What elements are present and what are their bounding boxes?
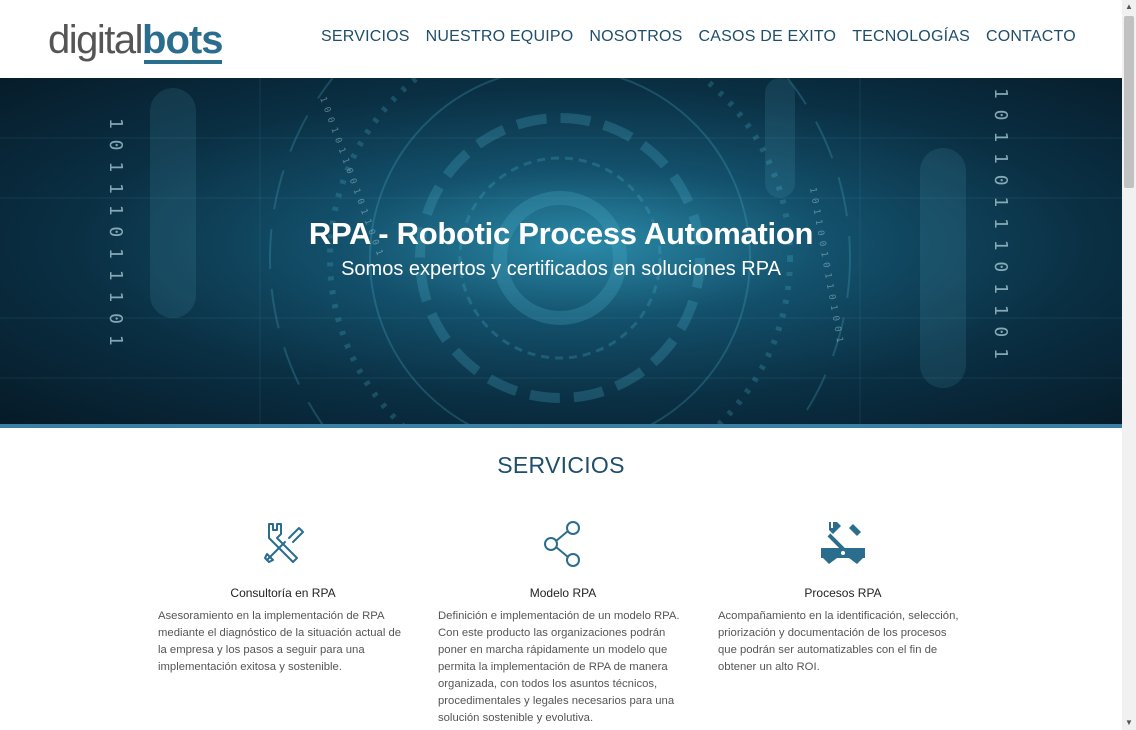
scrollbar-thumb[interactable] bbox=[1124, 16, 1134, 188]
hero-banner: 1 0 1 1 1 0 1 1 1 0 1 1 0 1 1 0 1 1 1 0 … bbox=[0, 78, 1122, 424]
nav-servicios[interactable]: SERVICIOS bbox=[321, 28, 410, 46]
service-name: Modelo RPA bbox=[529, 586, 597, 600]
service-description: Asesoramiento en la implementación de RP… bbox=[158, 610, 402, 673]
hero-subtitle: Somos expertos y certificados en solucio… bbox=[341, 258, 781, 280]
service-consultoria: Consultoría en RPA Asesoramiento en la i… bbox=[158, 520, 408, 676]
tools-icon bbox=[158, 520, 408, 568]
service-description: Acompañamiento en la identificación, sel… bbox=[718, 610, 959, 673]
nav-casos-de-exito[interactable]: CASOS DE EXITO bbox=[699, 28, 837, 46]
logo[interactable]: digital bots bbox=[48, 16, 223, 64]
hero-title: RPA - Robotic Process Automation bbox=[308, 216, 814, 251]
services-heading: SERVICIOS bbox=[497, 452, 625, 478]
wrench-icon bbox=[718, 520, 968, 568]
hero-divider bbox=[0, 424, 1122, 428]
service-name: Procesos RPA bbox=[804, 586, 882, 600]
page-scrollbar[interactable]: ▲ ▼ bbox=[1122, 0, 1136, 730]
logo-text-bots: bots bbox=[142, 18, 223, 64]
nav-contacto[interactable]: CONTACTO bbox=[986, 28, 1076, 46]
scroll-down-arrow-icon[interactable]: ▼ bbox=[1122, 716, 1136, 730]
scroll-up-arrow-icon[interactable]: ▲ bbox=[1122, 0, 1136, 14]
site-header: digital bots SERVICIOS NUESTRO EQUIPO NOS… bbox=[0, 0, 1120, 78]
service-name: Consultoría en RPA bbox=[230, 586, 336, 600]
nav-tecnologias[interactable]: TECNOLOGÍAS bbox=[852, 28, 970, 46]
service-description: Definición e implementación de un modelo… bbox=[438, 610, 680, 724]
logo-text-digital: digital bbox=[48, 18, 144, 62]
nav-nuestro-equipo[interactable]: NUESTRO EQUIPO bbox=[426, 28, 574, 46]
main-nav: SERVICIOS NUESTRO EQUIPO NOSOTROS CASOS … bbox=[313, 28, 1084, 46]
share-icon bbox=[438, 520, 688, 568]
service-procesos: Procesos RPA Acompañamiento en la identi… bbox=[718, 520, 968, 676]
nav-nosotros[interactable]: NOSOTROS bbox=[589, 28, 682, 46]
service-modelo: Modelo RPA Definición e implementación d… bbox=[438, 520, 688, 727]
